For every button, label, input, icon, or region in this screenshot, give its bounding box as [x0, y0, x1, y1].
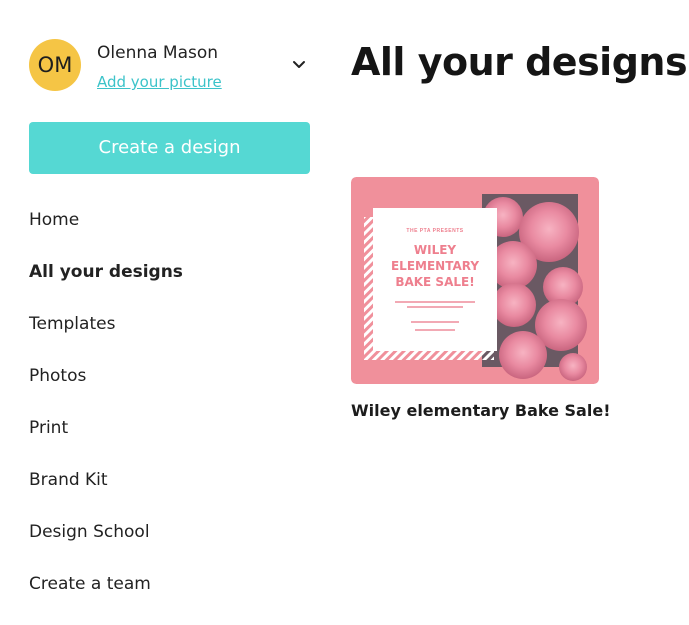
thumbnail-headline-line-3: BAKE SALE!	[395, 275, 474, 289]
sidebar-item-templates[interactable]: Templates	[29, 313, 115, 335]
sidebar-item-home[interactable]: Home	[29, 209, 79, 231]
thumbnail-headline-line-2: ELEMENTARY	[391, 259, 479, 273]
sidebar-item-photos[interactable]: Photos	[29, 365, 86, 387]
chevron-down-icon[interactable]	[290, 56, 308, 74]
sidebar-item-create-a-team[interactable]: Create a team	[29, 573, 151, 595]
design-title[interactable]: Wiley elementary Bake Sale!	[351, 401, 610, 420]
page-title: All your designs	[351, 40, 688, 84]
user-name: Olenna Mason	[97, 43, 219, 63]
thumbnail-headline-line-1: WILEY	[414, 243, 457, 257]
design-card[interactable]: THE PTA PRESENTS WILEY ELEMENTARY BAKE S…	[351, 177, 610, 420]
sidebar-item-brand-kit[interactable]: Brand Kit	[29, 469, 108, 491]
account-switcher[interactable]: OM Olenna Mason Add your picture	[29, 39, 314, 91]
sidebar-item-design-school[interactable]: Design School	[29, 521, 150, 543]
thumbnail-kicker: THE PTA PRESENTS	[406, 228, 463, 234]
create-design-button[interactable]: Create a design	[29, 122, 310, 174]
add-picture-link[interactable]: Add your picture	[97, 73, 222, 91]
avatar[interactable]: OM	[29, 39, 81, 91]
sidebar: OM Olenna Mason Add your picture Create …	[0, 0, 330, 625]
sidebar-item-print[interactable]: Print	[29, 417, 68, 439]
design-thumbnail[interactable]: THE PTA PRESENTS WILEY ELEMENTARY BAKE S…	[351, 177, 599, 384]
sidebar-item-all-your-designs[interactable]: All your designs	[29, 261, 183, 283]
